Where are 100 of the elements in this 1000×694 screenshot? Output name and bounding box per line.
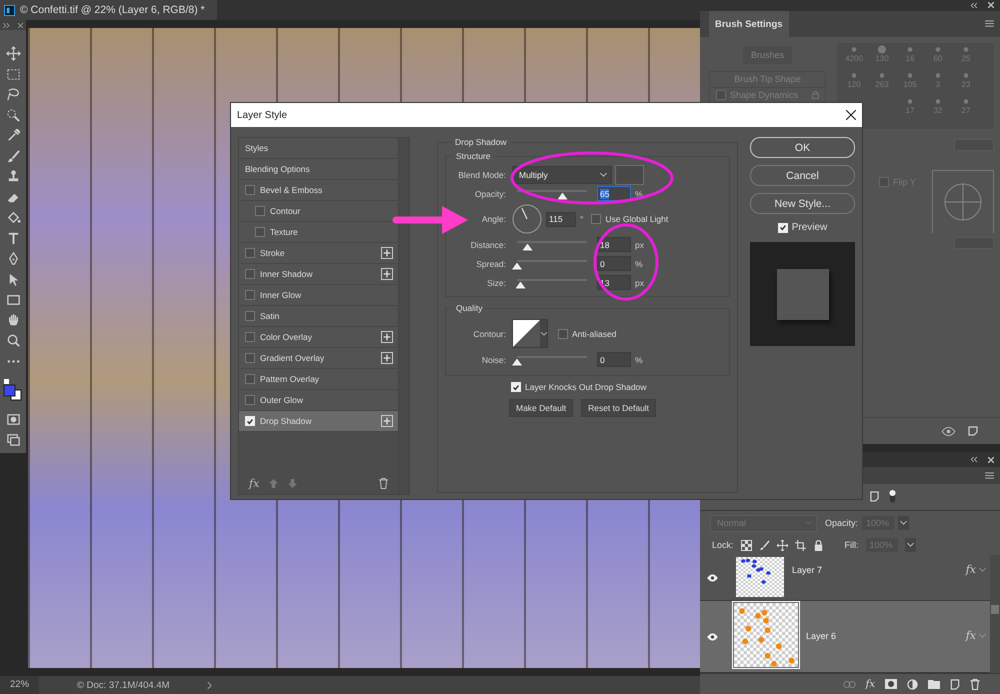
checkbox[interactable] (245, 269, 255, 279)
value-field[interactable]: 0 (597, 352, 631, 367)
checkbox[interactable] (591, 214, 602, 224)
scrollbar[interactable] (990, 555, 1000, 674)
checkbox[interactable] (255, 227, 265, 237)
quick-mask-icon[interactable] (6, 412, 20, 426)
dropdown-button[interactable] (904, 538, 916, 552)
menu-icon[interactable] (985, 20, 994, 28)
new-layer-icon[interactable] (950, 678, 960, 690)
style-list-item[interactable]: Satin (239, 306, 398, 327)
brush-icon[interactable] (6, 148, 20, 164)
effects-indicator[interactable]: fx (966, 629, 976, 642)
angle-dial[interactable] (512, 204, 542, 234)
visibility-icon[interactable] (706, 632, 718, 641)
add-effect-button[interactable] (381, 247, 393, 259)
dialog-button[interactable]: New Style... (750, 193, 855, 214)
panel-button[interactable]: Reset to Default (581, 399, 656, 417)
style-list-item[interactable]: Pattern Overlay (239, 369, 398, 390)
add-effect-button[interactable] (381, 415, 393, 427)
checkbox[interactable] (245, 290, 255, 300)
checkbox[interactable] (879, 176, 889, 187)
trash-icon[interactable] (379, 478, 388, 488)
screen-mode-icon[interactable] (6, 432, 20, 447)
lock-icon[interactable] (812, 540, 824, 551)
document-tab[interactable]: © Confetti.tif @ 22% (Layer 6, RGB/8) * (0, 0, 217, 20)
close-icon[interactable] (846, 110, 856, 120)
filter-toggle-icon[interactable] (889, 489, 896, 504)
checkbox[interactable] (245, 395, 255, 405)
checkbox[interactable] (245, 374, 255, 384)
style-list-item[interactable]: Inner Glow (239, 285, 398, 306)
checkbox[interactable] (255, 206, 265, 216)
slider-thumb[interactable] (558, 192, 568, 200)
checkbox[interactable] (245, 248, 255, 258)
angle-field[interactable]: 115 (546, 212, 576, 226)
add-effect-button[interactable] (381, 331, 393, 343)
slider-thumb[interactable] (512, 358, 522, 366)
dialog-button[interactable]: OK (750, 137, 855, 158)
panel-button[interactable]: Make Default (509, 399, 574, 417)
style-list-item[interactable]: Blending Options (239, 159, 398, 180)
checkbox[interactable] (245, 353, 255, 363)
layer-name[interactable]: Layer 7 (792, 565, 822, 576)
blend-mode-dropdown[interactable]: Multiply (512, 166, 612, 184)
layer-row[interactable]: Layer 6 fx (700, 601, 990, 674)
checkbox[interactable] (245, 185, 255, 195)
lock-brush-icon[interactable] (758, 540, 770, 551)
lock-position-icon[interactable] (776, 540, 788, 551)
checkbox[interactable] (245, 311, 255, 321)
contour-picker[interactable] (512, 319, 548, 348)
color-swatches-icon[interactable] (3, 378, 23, 402)
value-field[interactable]: 18 (597, 237, 631, 252)
chevron-icon[interactable] (207, 680, 212, 690)
menu-icon[interactable] (985, 472, 994, 480)
add-style-button[interactable]: fx (866, 678, 875, 690)
dropdown-button[interactable] (898, 516, 910, 530)
add-effect-button[interactable] (381, 268, 393, 280)
rectangle-icon[interactable] (6, 292, 20, 307)
slider-thumb[interactable] (512, 262, 522, 270)
lasso-icon[interactable] (6, 87, 20, 102)
page-icon[interactable] (870, 491, 879, 502)
style-list-item[interactable]: Bevel & Emboss (239, 180, 398, 201)
new-preset-icon[interactable] (968, 426, 978, 436)
visibility-icon[interactable] (706, 574, 718, 582)
style-list-item[interactable]: Inner Shadow (239, 264, 398, 285)
zoom-icon[interactable] (6, 333, 20, 348)
dialog-button[interactable]: Cancel (750, 165, 855, 186)
slider-thumb[interactable] (516, 282, 526, 288)
caret-icon[interactable] (979, 568, 986, 572)
visibility-icon[interactable] (941, 426, 956, 436)
slider-thumb[interactable] (522, 244, 532, 250)
mask-icon[interactable] (885, 679, 897, 690)
checkbox[interactable] (558, 328, 568, 338)
expand-icon[interactable] (3, 22, 10, 28)
style-list-item[interactable]: Stroke (239, 243, 398, 264)
crop-icon[interactable] (794, 540, 806, 551)
effects-indicator[interactable]: fx (966, 563, 976, 576)
style-list-item[interactable]: Contour (239, 201, 398, 222)
collapse-icon[interactable] (971, 2, 978, 8)
collapse-icon[interactable] (971, 457, 978, 462)
eyedropper-icon[interactable] (6, 128, 20, 143)
style-list-item[interactable]: Outer Glow (239, 390, 398, 411)
shadow-color-swatch[interactable] (615, 164, 644, 184)
panel-tab[interactable]: Brush Settings (709, 10, 789, 37)
close-icon[interactable] (988, 2, 994, 8)
style-list-item[interactable]: Drop Shadow (239, 411, 398, 432)
style-list-item[interactable]: Texture (239, 222, 398, 243)
marquee-icon[interactable] (6, 66, 20, 82)
trash-icon[interactable] (970, 678, 980, 690)
add-style-button[interactable]: fx (249, 476, 260, 490)
layer-name[interactable]: Layer 6 (806, 631, 836, 642)
quick-select-icon[interactable] (6, 108, 20, 122)
checkbox[interactable] (245, 332, 255, 342)
adjustment-icon[interactable] (907, 678, 918, 690)
paint-bucket-icon[interactable] (6, 210, 20, 225)
document-info[interactable]: © Doc: 37.1M/404.4M (49, 680, 198, 690)
style-list-item[interactable]: Color Overlay (239, 327, 398, 348)
style-list-item[interactable]: Styles (239, 138, 398, 159)
add-effect-button[interactable] (381, 352, 393, 364)
close-icon[interactable] (988, 456, 994, 463)
folder-icon[interactable] (928, 679, 940, 690)
style-list-item[interactable]: Gradient Overlay (239, 348, 398, 369)
